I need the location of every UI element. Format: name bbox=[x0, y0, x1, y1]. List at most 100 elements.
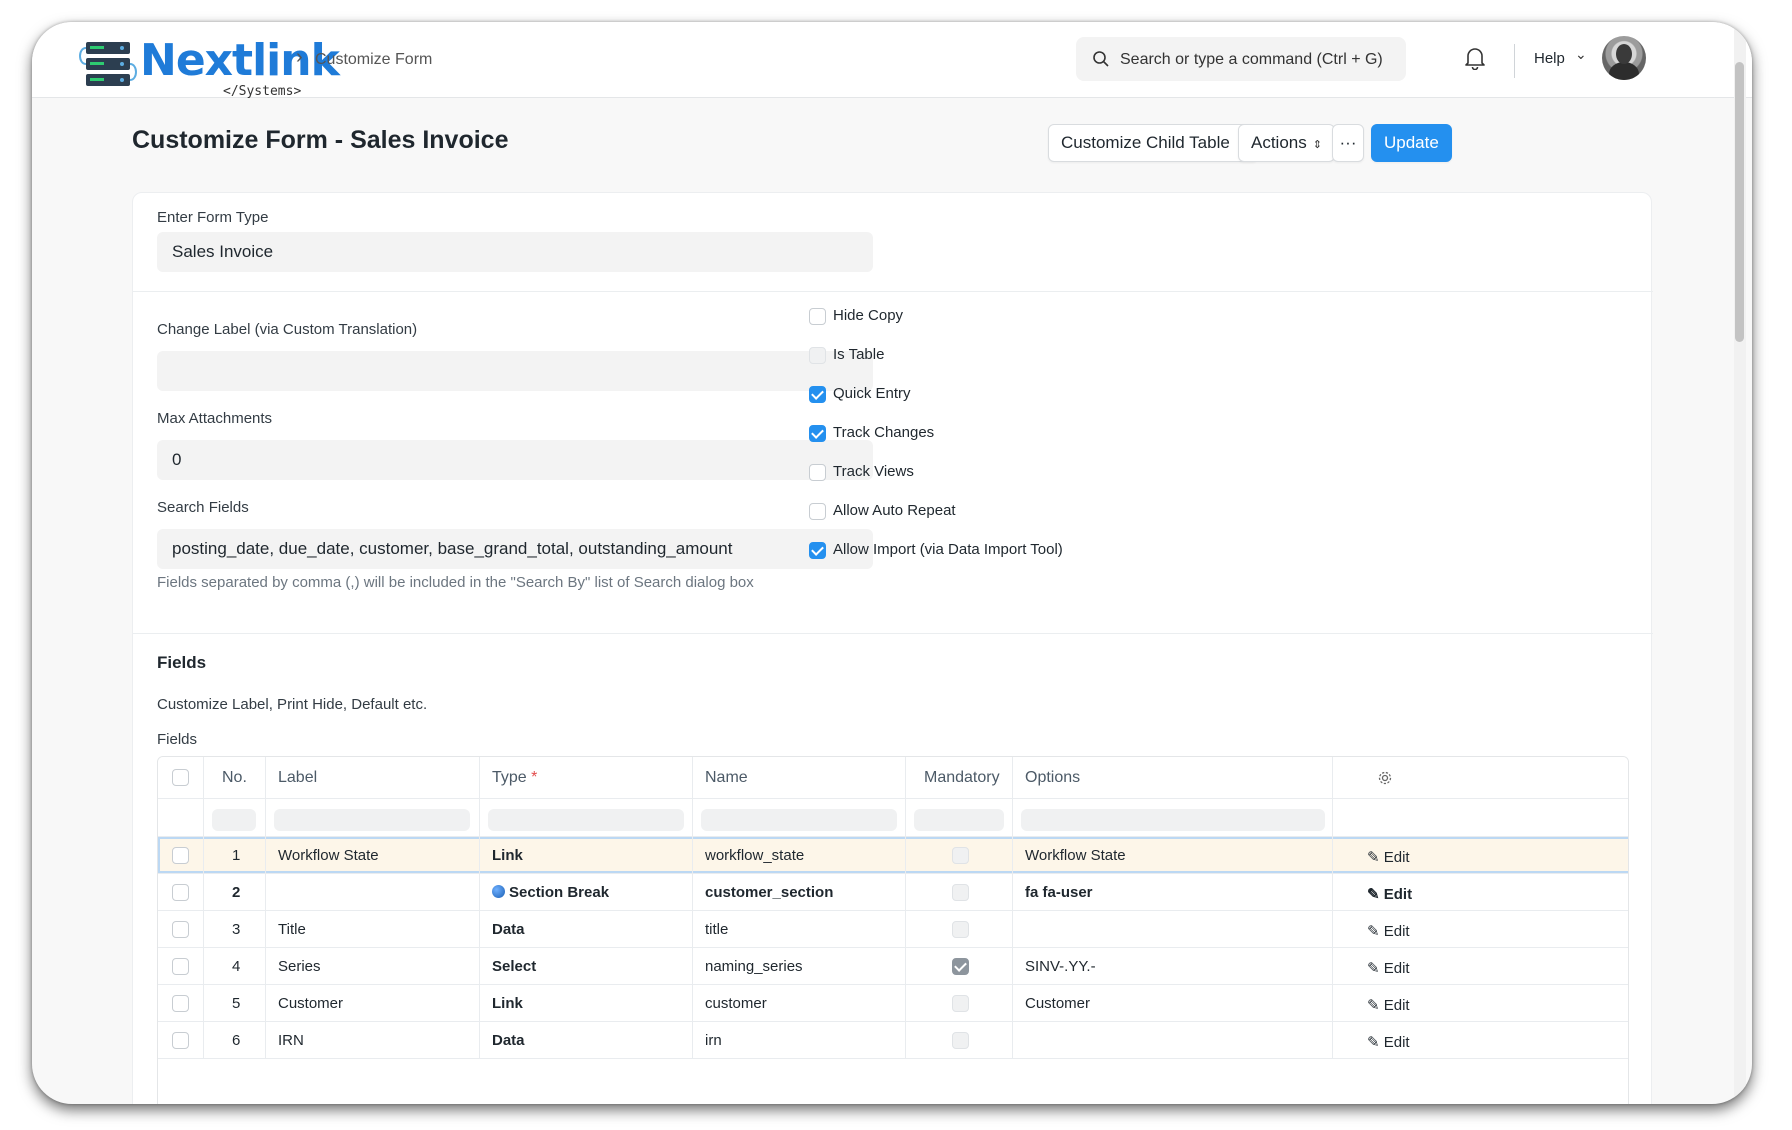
row-name-cell[interactable]: customer_section bbox=[693, 874, 906, 910]
row-checkbox[interactable] bbox=[172, 884, 189, 901]
fields-section-title: Fields bbox=[157, 653, 207, 672]
row-type-cell[interactable]: Link bbox=[480, 837, 693, 873]
search-fields-hint: Fields separated by comma (,) will be in… bbox=[157, 574, 754, 591]
row-options-cell[interactable] bbox=[1013, 911, 1333, 947]
logo[interactable]: Nextlink </Systems> bbox=[78, 36, 340, 99]
row-checkbox[interactable] bbox=[172, 995, 189, 1012]
row-options-cell[interactable] bbox=[1013, 1022, 1333, 1058]
more-options-button[interactable]: ··· bbox=[1332, 124, 1364, 162]
row-label-cell[interactable]: Customer bbox=[266, 985, 480, 1021]
edit-button[interactable]: ✎ Edit bbox=[1367, 950, 1410, 984]
row-name-cell[interactable]: title bbox=[693, 911, 906, 947]
row-options-cell[interactable]: fa fa-user bbox=[1013, 874, 1333, 910]
column-header-options[interactable]: Options bbox=[1013, 757, 1333, 798]
filter-label-input[interactable] bbox=[274, 809, 470, 831]
checkbox-allow-auto-repeat[interactable] bbox=[809, 503, 826, 520]
table-row[interactable]: 5 Customer Link customer Customer ✎ Edit bbox=[158, 985, 1628, 1022]
row-mandatory-cell[interactable] bbox=[906, 874, 1013, 910]
row-label-cell[interactable]: Title bbox=[266, 911, 480, 947]
filter-mandatory-input[interactable] bbox=[914, 809, 1004, 831]
edit-button[interactable]: ✎ Edit bbox=[1367, 876, 1412, 910]
row-label-cell[interactable]: IRN bbox=[266, 1022, 480, 1058]
row-edit-cell[interactable]: ✎ Edit bbox=[1333, 911, 1440, 947]
mandatory-checkbox[interactable] bbox=[952, 995, 969, 1012]
filter-type-input[interactable] bbox=[488, 809, 684, 831]
scrollbar-thumb[interactable] bbox=[1735, 62, 1744, 342]
column-header-no[interactable]: No. bbox=[204, 757, 266, 798]
column-header-mandatory[interactable]: Mandatory bbox=[906, 757, 1013, 798]
column-header-type[interactable]: Type * bbox=[480, 757, 693, 798]
row-name-cell[interactable]: naming_series bbox=[693, 948, 906, 984]
row-name-cell[interactable]: customer bbox=[693, 985, 906, 1021]
row-options-cell[interactable]: Workflow State bbox=[1013, 837, 1333, 873]
row-checkbox[interactable] bbox=[172, 1032, 189, 1049]
avatar[interactable] bbox=[1602, 36, 1646, 80]
row-mandatory-cell[interactable] bbox=[906, 1022, 1013, 1058]
row-name-cell[interactable]: workflow_state bbox=[693, 837, 906, 873]
search-fields-field[interactable]: posting_date, due_date, customer, base_g… bbox=[157, 529, 873, 569]
column-header-name[interactable]: Name bbox=[693, 757, 906, 798]
customize-child-table-button[interactable]: Customize Child Table⇕ bbox=[1048, 124, 1259, 162]
row-type-cell[interactable]: Link bbox=[480, 985, 693, 1021]
row-checkbox[interactable] bbox=[172, 921, 189, 938]
help-menu[interactable]: Help bbox=[1534, 50, 1565, 67]
checkbox-quick-entry[interactable] bbox=[809, 386, 826, 403]
mandatory-checkbox[interactable] bbox=[952, 847, 969, 864]
filter-options-input[interactable] bbox=[1021, 809, 1325, 831]
actions-button[interactable]: Actions ⇕ bbox=[1238, 124, 1335, 162]
row-edit-cell[interactable]: ✎ Edit bbox=[1333, 874, 1440, 910]
row-options-cell[interactable]: SINV-.YY.- bbox=[1013, 948, 1333, 984]
row-edit-cell[interactable]: ✎ Edit bbox=[1333, 985, 1440, 1021]
row-name-cell[interactable]: irn bbox=[693, 1022, 906, 1058]
mandatory-checkbox[interactable] bbox=[952, 1032, 969, 1049]
mandatory-checkbox[interactable] bbox=[952, 884, 969, 901]
row-label-cell[interactable]: Workflow State bbox=[266, 837, 480, 873]
row-type-cell[interactable]: Section Break bbox=[480, 874, 693, 910]
table-row[interactable]: 6 IRN Data irn ✎ Edit bbox=[158, 1022, 1628, 1059]
chevron-down-icon[interactable]: ⌄ bbox=[1575, 46, 1587, 63]
row-edit-cell[interactable]: ✎ Edit bbox=[1333, 837, 1440, 873]
row-mandatory-cell[interactable] bbox=[906, 911, 1013, 947]
row-mandatory-cell[interactable] bbox=[906, 985, 1013, 1021]
row-label-cell[interactable]: Series bbox=[266, 948, 480, 984]
row-type-cell[interactable]: Select bbox=[480, 948, 693, 984]
row-checkbox[interactable] bbox=[172, 958, 189, 975]
checkbox-label: Is Table bbox=[833, 346, 885, 363]
checkbox-track-changes[interactable] bbox=[809, 425, 826, 442]
checkbox-track-views[interactable] bbox=[809, 464, 826, 481]
column-header-label[interactable]: Label bbox=[266, 757, 480, 798]
table-row[interactable]: 2 Section Break customer_section fa fa-user… bbox=[158, 874, 1628, 911]
max-attachments-field[interactable]: 0 bbox=[157, 440, 873, 480]
filter-no-input[interactable] bbox=[212, 809, 256, 831]
table-row[interactable]: 1 Workflow State Link workflow_state Workflo… bbox=[158, 837, 1628, 874]
filter-name-input[interactable] bbox=[701, 809, 897, 831]
row-mandatory-cell[interactable] bbox=[906, 837, 1013, 873]
edit-button[interactable]: ✎ Edit bbox=[1367, 987, 1410, 1021]
row-type-cell[interactable]: Data bbox=[480, 911, 693, 947]
change-label-field[interactable] bbox=[157, 351, 873, 391]
search-input[interactable]: Search or type a command (Ctrl + G) bbox=[1076, 37, 1406, 81]
edit-button[interactable]: ✎ Edit bbox=[1367, 913, 1410, 947]
breadcrumb[interactable]: Customize Form bbox=[315, 51, 432, 69]
row-checkbox[interactable] bbox=[172, 847, 189, 864]
row-type-cell[interactable]: Data bbox=[480, 1022, 693, 1058]
update-button[interactable]: Update bbox=[1371, 124, 1452, 162]
select-all-checkbox[interactable] bbox=[172, 769, 189, 786]
checkbox-allow-import-via-data-import-tool[interactable] bbox=[809, 542, 826, 559]
notification-bell-icon[interactable] bbox=[1464, 46, 1486, 70]
table-row[interactable]: 4 Series Select naming_series SINV-.YY.- ✎ Ed… bbox=[158, 948, 1628, 985]
row-label-cell[interactable] bbox=[266, 874, 480, 910]
gear-icon[interactable] bbox=[1377, 770, 1393, 786]
checkbox-hide-copy[interactable] bbox=[809, 308, 826, 325]
edit-button[interactable]: ✎ Edit bbox=[1367, 839, 1410, 873]
row-edit-cell[interactable]: ✎ Edit bbox=[1333, 948, 1440, 984]
row-edit-cell[interactable]: ✎ Edit bbox=[1333, 1022, 1440, 1058]
row-mandatory-cell[interactable] bbox=[906, 948, 1013, 984]
form-type-field[interactable]: Sales Invoice bbox=[157, 232, 873, 272]
mandatory-checkbox[interactable] bbox=[952, 958, 969, 975]
pencil-icon: ✎ bbox=[1367, 923, 1384, 940]
mandatory-checkbox[interactable] bbox=[952, 921, 969, 938]
row-options-cell[interactable]: Customer bbox=[1013, 985, 1333, 1021]
table-row[interactable]: 3 Title Data title ✎ Edit bbox=[158, 911, 1628, 948]
edit-button[interactable]: ✎ Edit bbox=[1367, 1024, 1410, 1058]
